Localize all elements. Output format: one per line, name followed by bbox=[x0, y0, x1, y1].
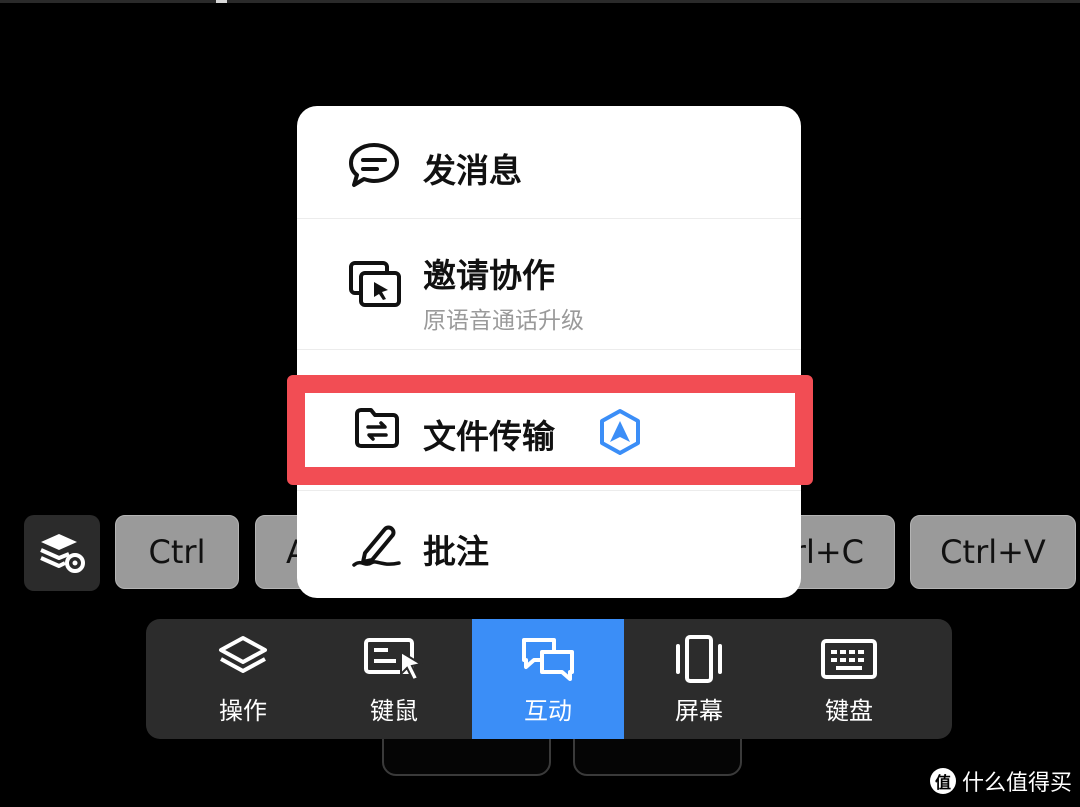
key-ctrl-v[interactable]: Ctrl+V bbox=[910, 515, 1076, 589]
key-ctrl[interactable]: Ctrl bbox=[115, 515, 239, 589]
menu-item-send-message[interactable]: 发消息 bbox=[297, 106, 801, 218]
watermark-logo: 值 bbox=[929, 768, 956, 794]
menu-item-label: 发消息 bbox=[423, 151, 522, 190]
keyboard-mouse-icon bbox=[364, 637, 424, 681]
toolbar-item-keyboard[interactable]: 键盘 bbox=[774, 619, 924, 739]
chat-bubble-icon bbox=[349, 143, 399, 187]
toolbar-label: 键盘 bbox=[825, 696, 873, 725]
watermark-text: 什么值得买 bbox=[961, 771, 1072, 796]
toolbar-item-interact[interactable]: 互动 bbox=[472, 619, 624, 739]
menu-item-invite-collaboration[interactable]: 邀请协作 原语音通话升级 bbox=[297, 219, 801, 349]
interaction-icon bbox=[522, 637, 574, 681]
toolbar-label: 屏幕 bbox=[675, 696, 723, 725]
toolbar-item-screen[interactable]: 屏幕 bbox=[624, 619, 774, 739]
screen-icon bbox=[676, 634, 722, 683]
menu-item-annotate[interactable]: 批注 bbox=[297, 491, 801, 598]
top-edge-bar bbox=[0, 0, 1080, 3]
keyboard-icon bbox=[821, 638, 877, 679]
toolbar-label: 互动 bbox=[524, 696, 572, 725]
toolbar-item-operate[interactable]: 操作 bbox=[168, 619, 318, 739]
bottom-toolbar: 操作 键鼠 互动 屏幕 键盘 bbox=[146, 619, 952, 739]
watermark: 值 什么值得买 bbox=[929, 765, 1072, 797]
layers-icon bbox=[219, 635, 267, 673]
interaction-popup-menu: 发消息 邀请协作 原语音通话升级 文件传输 批注 bbox=[297, 106, 801, 598]
layers-gear-icon bbox=[40, 534, 85, 573]
toolbar-label: 键鼠 bbox=[370, 696, 418, 725]
pen-annotate-icon bbox=[352, 525, 401, 567]
toolbar-label: 操作 bbox=[219, 696, 267, 725]
menu-item-sublabel: 原语音通话升级 bbox=[423, 308, 584, 334]
menu-divider bbox=[297, 349, 801, 350]
highlight-frame bbox=[287, 375, 813, 485]
menu-item-label: 批注 bbox=[423, 532, 489, 571]
toolbar-item-keyboard-mouse[interactable]: 键鼠 bbox=[319, 619, 469, 739]
shortcut-settings-button[interactable] bbox=[24, 515, 100, 591]
screen-share-icon bbox=[349, 261, 401, 307]
menu-item-label: 邀请协作 bbox=[423, 256, 555, 295]
